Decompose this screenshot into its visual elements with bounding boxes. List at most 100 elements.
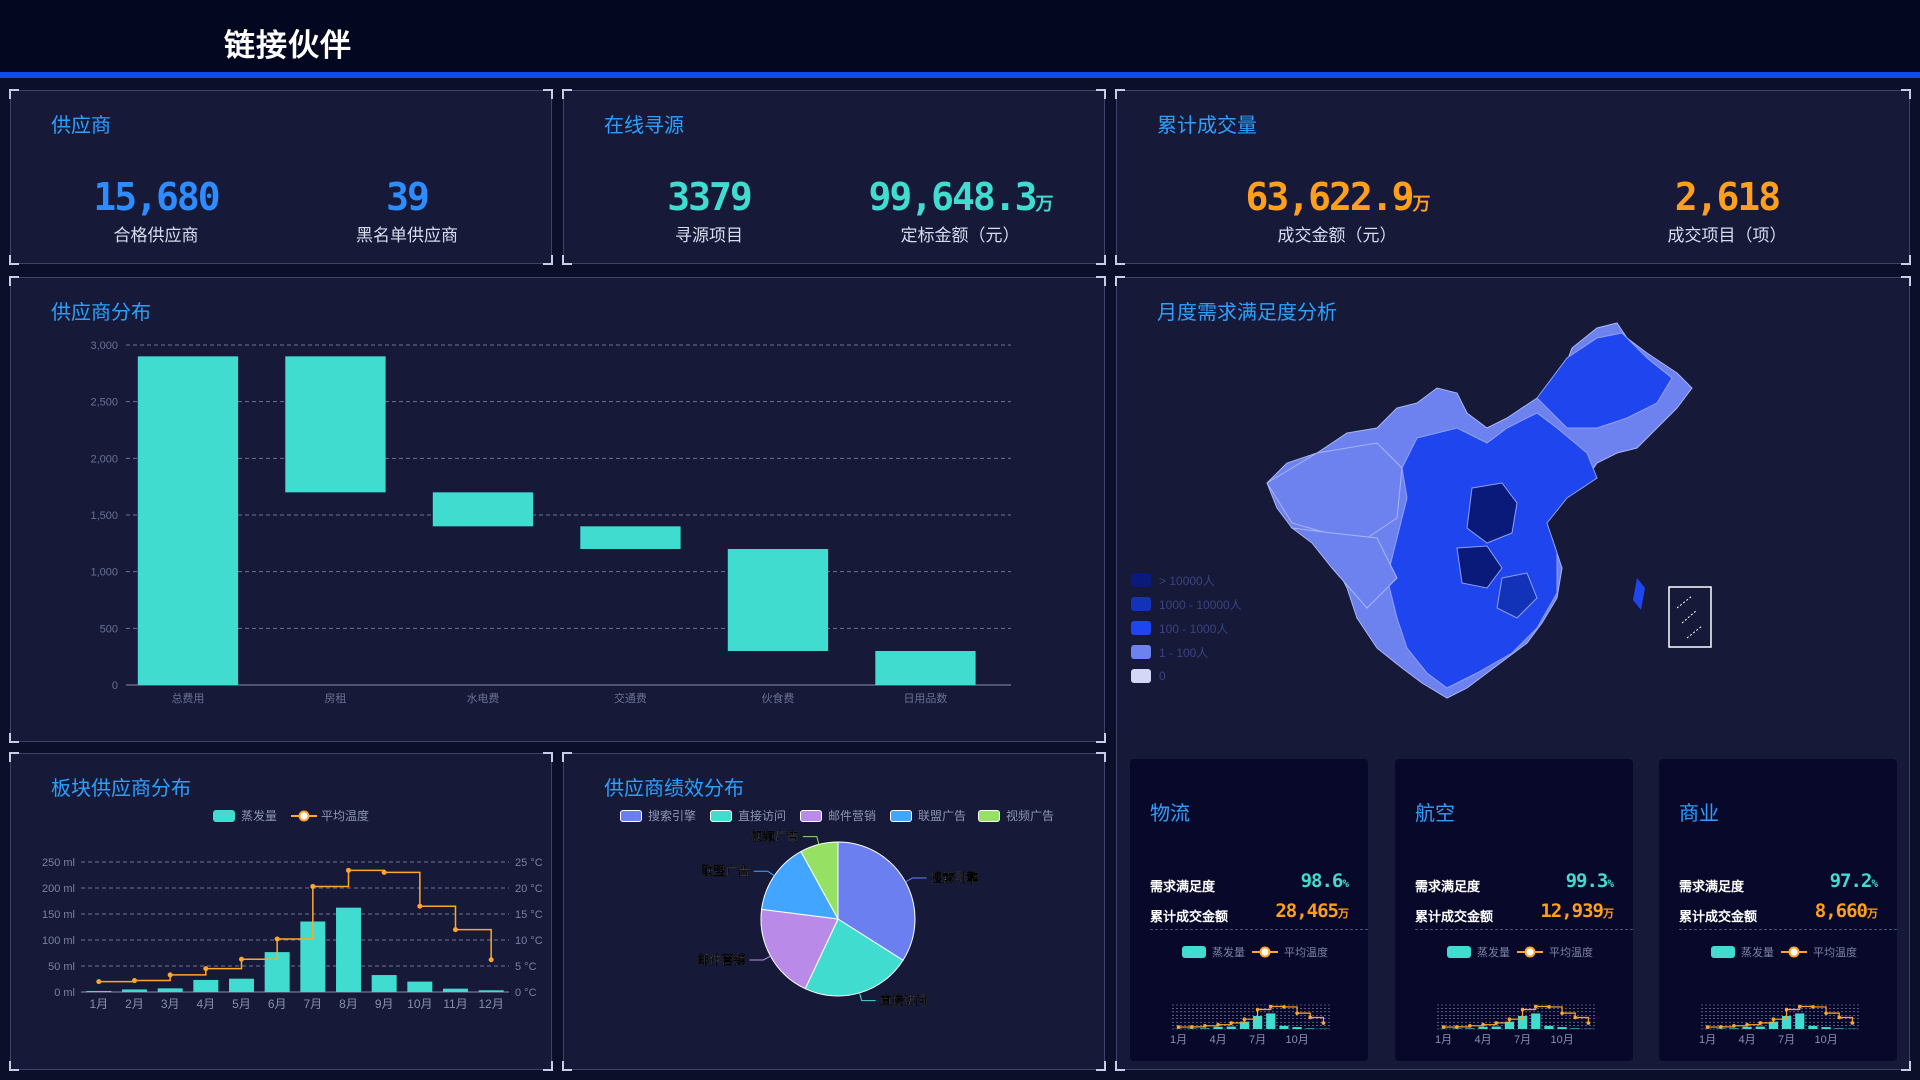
mini-point [1295, 1011, 1299, 1015]
temperature-point [132, 978, 137, 984]
x-tick-label: 1月 [1699, 1034, 1716, 1046]
amount-label: 累计成交金额 [1679, 909, 1758, 924]
pie-label-line [753, 870, 775, 877]
map-legend-item[interactable]: > 10000人 [1131, 568, 1242, 592]
x-tick-label: 10月 [407, 997, 432, 1011]
evaporation-bar [407, 981, 433, 992]
x-tick-label: 3月 [161, 997, 180, 1011]
satisfaction-label: 需求满足度 [1150, 879, 1216, 894]
waterfall-bar [137, 356, 239, 685]
x-tick-label: 4月 [1210, 1034, 1227, 1046]
kpi-value: 3379 [667, 175, 753, 219]
mini-point [1216, 1022, 1220, 1027]
evaporation-bar [229, 978, 254, 992]
x-tick-label: 9月 [375, 997, 394, 1011]
y-tick-label: 250 ml [42, 857, 75, 869]
legend-swatch [1182, 946, 1206, 958]
x-tick-label: 7月 [1778, 1034, 1795, 1046]
pie-label: 联盟广告 [702, 863, 750, 878]
x-tick-label: 日用品数 [903, 692, 947, 705]
legend-label: 平均温度 [1549, 945, 1593, 959]
divider [1415, 929, 1633, 930]
mini-point [1308, 1015, 1313, 1020]
kpi-award-amount: 99,648.3万 定标金额（元） [830, 175, 1090, 246]
y-tick-label: 100 ml [42, 935, 75, 947]
mini-bar [1226, 1026, 1236, 1029]
mini-bar [1729, 1028, 1739, 1029]
pie-label-line [905, 877, 927, 883]
mini-chart: 蒸发量 平均温度 1月 4月 7月 10月 [1170, 945, 1330, 1046]
mini-point [1784, 1007, 1789, 1012]
kpi-unit: 万 [1035, 194, 1054, 215]
y-tick-label: 500 [100, 623, 118, 635]
legend-label: 100 - 1000人 [1159, 621, 1229, 636]
kpi-label: 定标金额（元） [900, 226, 1020, 245]
mini-point [1454, 1025, 1459, 1029]
y-tick-label: 2,500 [90, 397, 118, 409]
x-tick-label: 7月 [1514, 1034, 1531, 1046]
mini-point [1268, 1004, 1273, 1009]
amount-value: 28,465万 [1275, 900, 1349, 922]
legend-swatch [1131, 645, 1151, 659]
sourcing-kpi-panel: 在线寻源 3379 寻源项目 99,648.3万 定标金额（元） [562, 89, 1106, 265]
x-tick-label: 4月 [1739, 1034, 1756, 1046]
map-legend-item[interactable]: 0 [1131, 664, 1242, 688]
kpi-value: 2,618 [1674, 175, 1781, 219]
kpi-label: 寻源项目 [675, 226, 743, 245]
divider [1679, 929, 1897, 930]
pie-label: 搜索引擎 [930, 870, 978, 885]
mini-point [1520, 1007, 1525, 1012]
mini-point [1203, 1024, 1207, 1028]
x-tick-label: 6月 [268, 997, 287, 1011]
temperature-point [310, 883, 316, 889]
mini-chart: 蒸发量 平均温度 1月 4月 7月 10月 [1435, 945, 1595, 1046]
x-tick-label: 1月 [89, 997, 108, 1011]
kpi-value: 15,680 [93, 175, 220, 219]
y-tick-label: 150 ml [42, 909, 75, 921]
kpi-label: 成交项目（项） [1667, 226, 1787, 245]
legend-marker [1524, 946, 1536, 958]
app-title: 链接伙伴 [224, 28, 352, 63]
mini-line [1707, 1005, 1854, 1028]
mini-bar [1266, 1013, 1276, 1029]
temperature-point [488, 957, 494, 963]
sector-name: 物流 [1150, 803, 1190, 825]
mini-point [1229, 1021, 1234, 1025]
x-tick-label: 8月 [339, 997, 358, 1011]
kpi-qualified-suppliers: 15,680 合格供应商 [26, 175, 286, 246]
evaporation-bar [86, 990, 112, 992]
map-legend-item[interactable]: 1000 - 10000人 [1131, 592, 1242, 616]
x-tick-label: 5月 [232, 997, 251, 1011]
satisfaction-label: 需求满足度 [1415, 879, 1481, 894]
pie-chart: 搜索引擎直接访问 邮件营销 联盟广告 视频广告 [697, 829, 978, 1008]
x-tick-label: 10月 [1285, 1034, 1308, 1046]
mini-bar [1795, 1013, 1805, 1029]
supplier-kpi-panel: 供应商 15,680 合格供应商 39 黑名单供应商 [9, 89, 553, 265]
map-legend-item[interactable]: 1 - 100人 [1131, 640, 1242, 664]
kpi-unit: 万 [1412, 194, 1431, 215]
panel-title: 累计成交量 [1157, 115, 1257, 137]
y-tick-label: 1,500 [90, 510, 118, 522]
map-legend-item[interactable]: 100 - 1000人 [1131, 616, 1242, 640]
x-tick-label: 4月 [1475, 1034, 1492, 1046]
mini-point [1481, 1022, 1485, 1027]
kpi-transaction-amount: 63,622.9万 成交金额（元） [1207, 175, 1467, 246]
x-tick-label: 10月 [1814, 1034, 1837, 1046]
mini-bar [1808, 1025, 1818, 1029]
x-tick-label: 7月 [303, 997, 322, 1011]
mini-point [1758, 1021, 1763, 1025]
transactions-kpi-panel: 累计成交量 63,622.9万 成交金额（元） 2,618 成交项目（项） [1115, 89, 1911, 265]
amount-value: 12,939万 [1540, 900, 1614, 922]
supplier-distribution-panel: 供应商分布 0 500 1,000 1,500 2,000 2,500 3,000 总费用 房租… [9, 276, 1106, 743]
evaporation-bar [193, 979, 219, 992]
mini-point [1837, 1015, 1842, 1020]
y-tick-label: 50 ml [48, 961, 75, 973]
pie-label-line [802, 836, 820, 845]
legend-marker [1788, 946, 1800, 958]
mini-point [1547, 1005, 1551, 1009]
mini-bar [1478, 1026, 1488, 1029]
kpi-label: 黑名单供应商 [356, 226, 458, 245]
sector-supplier-panel: 板块供应商分布 蒸发量 平均温度 0 ml 50 ml 100 ml 150 ml 20… [9, 752, 553, 1071]
pie-label-line [859, 992, 876, 1002]
mini-point [1189, 1025, 1194, 1029]
